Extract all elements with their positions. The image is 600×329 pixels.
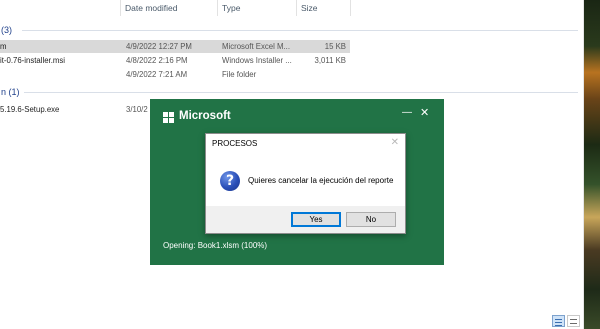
column-header-date-modified[interactable]: Date modified	[121, 0, 217, 18]
no-button[interactable]: No	[346, 212, 396, 227]
file-date: 4/8/2022 2:16 PM	[126, 56, 188, 65]
file-size: 3,011 KB	[314, 56, 347, 65]
file-date: 4/9/2022 7:21 AM	[126, 70, 188, 79]
brand-name: Microsoft	[179, 110, 231, 122]
file-name: 5.19.6-Setup.exe	[0, 105, 60, 114]
file-name: it-0.76-installer.msi	[0, 56, 65, 65]
close-icon[interactable]: ✕	[420, 106, 429, 119]
file-row[interactable]: 4/9/2022 7:21 AM File folder	[0, 68, 350, 81]
column-header-type[interactable]: Type	[218, 0, 298, 18]
details-view-button[interactable]	[552, 315, 565, 327]
file-type: Microsoft Excel M...	[222, 42, 291, 51]
file-date: 4/9/2022 12:27 PM	[126, 42, 192, 51]
minimize-icon[interactable]: —	[402, 107, 412, 118]
close-icon[interactable]: ✕	[391, 137, 399, 148]
file-size: 15 KB	[324, 42, 346, 51]
file-type: Windows Installer ...	[222, 56, 292, 65]
message-box-dialog: PROCESOS ✕ ? Quieres cancelar la ejecuci…	[205, 133, 406, 234]
column-header-size[interactable]: Size	[297, 0, 351, 18]
dialog-message: Quieres cancelar la ejecución del report…	[248, 176, 394, 185]
opening-status: Opening: Book1.xlsm (100%)	[163, 241, 268, 250]
question-icon: ?	[220, 171, 240, 191]
column-separator[interactable]	[350, 0, 351, 16]
file-type: File folder	[222, 70, 257, 79]
group-header[interactable]: n (1)	[1, 86, 20, 98]
group-divider	[22, 30, 578, 31]
dialog-title: PROCESOS	[212, 139, 258, 148]
group-divider	[24, 92, 578, 93]
file-name: m	[0, 42, 7, 51]
file-row[interactable]: it-0.76-installer.msi 4/8/2022 2:16 PM W…	[0, 54, 350, 67]
desktop-wallpaper	[584, 0, 600, 329]
group-header[interactable]: (3)	[1, 24, 12, 36]
file-row[interactable]: m 4/9/2022 12:27 PM Microsoft Excel M...…	[0, 40, 350, 53]
yes-button[interactable]: Yes	[291, 212, 341, 227]
microsoft-logo-icon	[163, 112, 174, 123]
large-icons-view-button[interactable]	[567, 315, 580, 327]
